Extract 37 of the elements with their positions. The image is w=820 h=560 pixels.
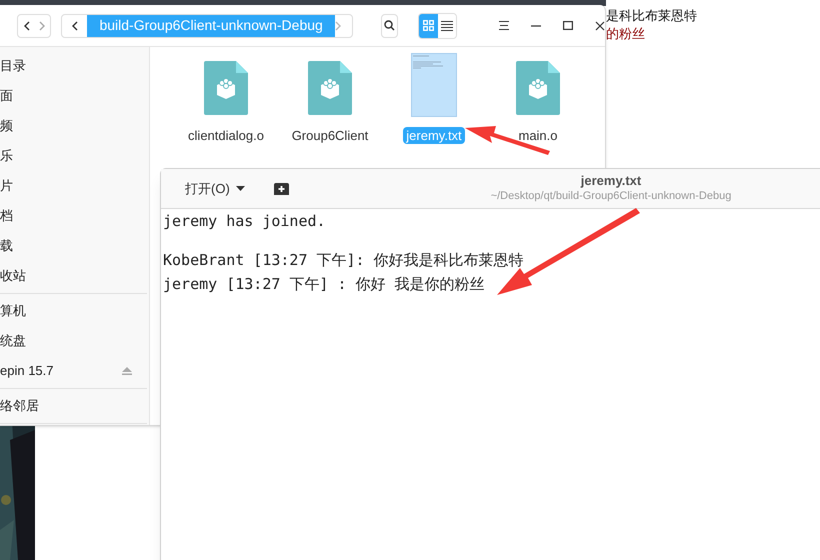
sidebar-item[interactable]: epin 15.7 — [0, 361, 54, 381]
sidebar-item[interactable]: 统盘 — [0, 331, 26, 351]
grid-icon — [422, 20, 434, 31]
window-title: jeremy.txt — [580, 172, 642, 189]
file-path: ~/Desktop/qt/build-Group6Client-unknown-Debug — [490, 189, 732, 204]
file-name[interactable]: Group6Client — [288, 127, 372, 144]
back-icon[interactable] — [71, 20, 78, 30]
sidebar-item[interactable]: 乐 — [0, 146, 13, 166]
sidebar-item[interactable]: 收站 — [0, 266, 26, 286]
sidebar-item[interactable]: 片 — [0, 176, 13, 196]
new-document-icon[interactable] — [274, 182, 289, 194]
desktop-text: 的粉丝 — [606, 25, 646, 43]
maximize-icon[interactable] — [563, 21, 573, 30]
sidebar-item[interactable]: 络邻居 — [0, 396, 39, 416]
text-line: jeremy has joined. — [163, 211, 327, 232]
sidebar-item[interactable]: 载 — [0, 236, 13, 256]
text-file-thumbnail[interactable] — [411, 53, 457, 117]
sidebar-item[interactable]: 档 — [0, 206, 13, 226]
close-icon[interactable] — [595, 20, 605, 30]
open-button[interactable]: 打开(O) — [185, 178, 245, 198]
menu-icon[interactable] — [499, 21, 509, 30]
text-line: KobeBrant [13:27 下午]: 你好我是科比布莱恩特 — [163, 250, 525, 271]
text-line: jeremy [13:27 下午] : 你好 我是你的粉丝 — [163, 274, 486, 295]
sidebar-item[interactable]: 目录 — [0, 56, 26, 76]
minimize-icon[interactable] — [531, 24, 541, 26]
list-icon — [440, 20, 453, 30]
search-button[interactable] — [380, 14, 398, 38]
desktop-text: 是科比布莱恩特 — [606, 7, 697, 25]
back-icon[interactable] — [22, 20, 30, 30]
file-name[interactable]: main.o — [515, 127, 561, 144]
search-icon — [384, 20, 396, 31]
sidebar-item[interactable]: 频 — [0, 116, 13, 136]
file-name[interactable]: clientdialog.o — [185, 127, 267, 144]
sidebar-item[interactable]: 算机 — [0, 301, 26, 321]
sidebar-item[interactable]: 面 — [0, 86, 13, 106]
forward-icon[interactable] — [334, 20, 342, 30]
dropdown-icon — [236, 186, 245, 191]
